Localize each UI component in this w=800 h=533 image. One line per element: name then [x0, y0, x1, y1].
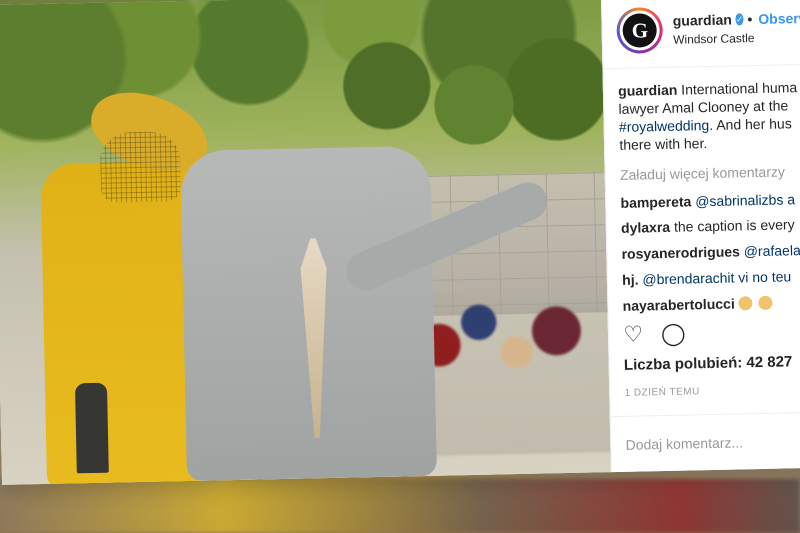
- header-text: guardian ✓ • Obserw Windsor Castle: [673, 10, 800, 47]
- comment-item: dylaxra the caption is every: [621, 216, 800, 238]
- comment-item: rosyanerodrigues @rafaela: [621, 242, 800, 264]
- post-caption: guardian International huma lawyer Amal …: [618, 79, 800, 155]
- photo-veil: [99, 131, 182, 203]
- post-content: guardian International huma lawyer Amal …: [604, 65, 800, 317]
- follow-button[interactable]: Obserw: [758, 10, 800, 27]
- comment-icon[interactable]: ◯: [661, 321, 686, 348]
- caption-text-part-1: International huma: [681, 79, 798, 98]
- post-photo: [0, 0, 612, 485]
- comment-item: hj. @brendarachit vi no teu: [622, 268, 800, 290]
- photo-bollard: [74, 382, 109, 474]
- comment-text: the caption is every: [673, 216, 795, 236]
- username-row: guardian ✓ • Obserw: [673, 10, 800, 29]
- post-container: G guardian ✓ • Obserw Windsor Castle gua…: [0, 0, 800, 485]
- comment-username[interactable]: dylaxra: [621, 219, 670, 236]
- comment-mention[interactable]: @brendarachit vi no teu: [642, 269, 791, 288]
- profile-username[interactable]: guardian: [673, 12, 732, 29]
- caption-text-part-2: lawyer Amal Clooney at the: [618, 97, 789, 117]
- comment-item: bampereta @sabrinalizbs a: [620, 190, 800, 212]
- instagram-post-card: G guardian ✓ • Obserw Windsor Castle gua…: [0, 0, 800, 485]
- caption-username[interactable]: guardian: [618, 82, 677, 99]
- caption-text-part-4: there with her.: [619, 134, 708, 153]
- heart-icon[interactable]: ♡: [623, 321, 643, 347]
- add-comment-input[interactable]: Dodaj komentarz...: [611, 411, 800, 473]
- profile-avatar[interactable]: G: [616, 6, 664, 54]
- comment-mention[interactable]: @rafaela: [744, 242, 800, 259]
- post-header: G guardian ✓ • Obserw Windsor Castle: [602, 0, 800, 70]
- comment-mention[interactable]: @sabrinalizbs a: [695, 191, 795, 209]
- emoji-icon: [758, 295, 773, 311]
- screenshot-scene: G guardian ✓ • Obserw Windsor Castle gua…: [0, 0, 800, 533]
- comment-username[interactable]: rosyanerodrigues: [621, 244, 740, 262]
- post-time[interactable]: 1 DZIEŃ TEMU: [624, 386, 699, 399]
- avatar-logo-letter: G: [622, 13, 658, 48]
- blurred-background-strip: [0, 479, 800, 533]
- likes-count[interactable]: Liczba polubień: 42 827: [624, 353, 793, 374]
- post-location[interactable]: Windsor Castle: [673, 30, 800, 47]
- post-actions: ♡ ◯: [623, 321, 686, 348]
- post-sidebar: G guardian ✓ • Obserw Windsor Castle gua…: [601, 0, 800, 473]
- comment-username[interactable]: hj.: [622, 272, 639, 288]
- comment-item: nayarabertolucci: [623, 294, 800, 316]
- verified-badge-icon: ✓: [735, 13, 744, 26]
- caption-hashtag[interactable]: #royalwedding: [619, 117, 710, 135]
- comment-username[interactable]: bampereta: [620, 193, 691, 210]
- bullet-separator: •: [747, 11, 753, 28]
- caption-text-part-3: . And her hus: [709, 115, 792, 133]
- emoji-icon: [738, 296, 753, 311]
- avatar-ring: G: [619, 10, 661, 51]
- comment-username[interactable]: nayarabertolucci: [623, 296, 735, 314]
- load-more-comments[interactable]: Załaduj więcej komentarzy: [620, 162, 800, 184]
